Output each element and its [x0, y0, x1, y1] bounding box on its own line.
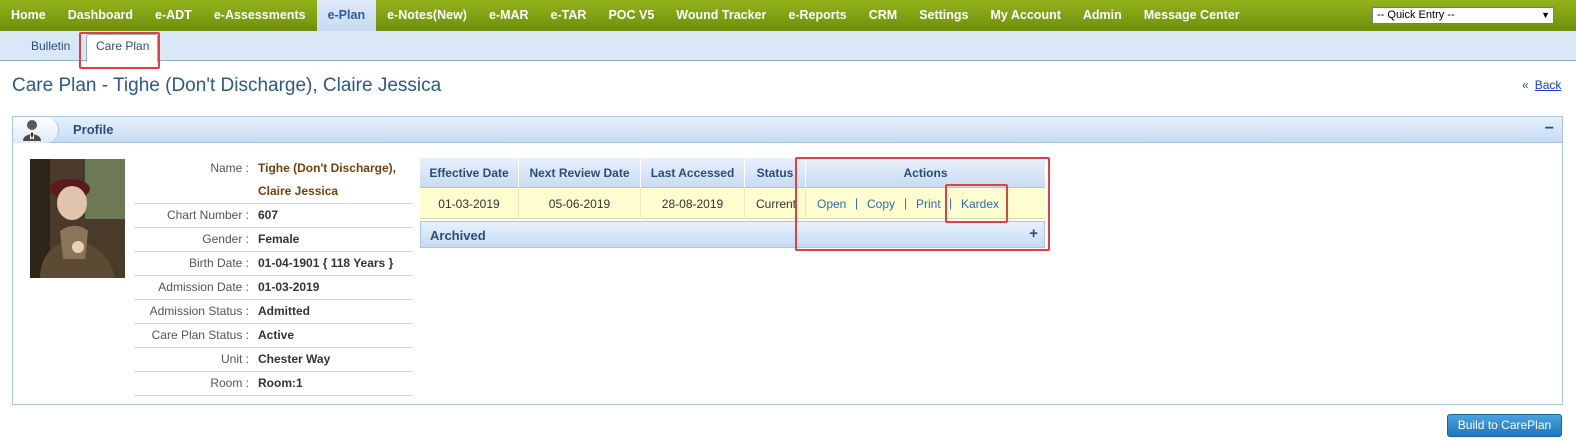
nav-wound-tracker[interactable]: Wound Tracker: [665, 0, 777, 31]
sub-navigation-bar: Bulletin Care Plan: [0, 31, 1576, 62]
cell-last-accessed: 28-08-2019: [661, 197, 724, 211]
divider: [134, 299, 413, 300]
label-care-plan-status: Care Plan Status :: [151, 328, 249, 342]
nav-e-tar[interactable]: e-TAR: [540, 0, 598, 31]
value-name: Tighe (Don't Discharge),: [258, 161, 396, 175]
highlight-actions-area: [795, 157, 1050, 251]
value-room: Room:1: [258, 376, 303, 390]
nav-e-reports[interactable]: e-Reports: [777, 0, 857, 31]
profile-icon-box: [13, 117, 59, 143]
nav-poc-v5[interactable]: POC V5: [597, 0, 665, 31]
label-unit: Unit :: [220, 352, 249, 366]
top-navigation-bar: Home Dashboard e-ADT e-Assessments e-Pla…: [0, 0, 1576, 31]
value-gender: Female: [258, 232, 300, 246]
user-icon: [23, 120, 41, 141]
label-admission-date: Admission Date :: [158, 280, 249, 294]
nav-crm[interactable]: CRM: [858, 0, 908, 31]
nav-settings[interactable]: Settings: [908, 0, 979, 31]
header-effective-date: Effective Date: [429, 166, 509, 180]
value-admission-status: Admitted: [258, 304, 310, 318]
dropdown-arrow-icon: ▼: [1541, 10, 1550, 20]
nav-admin[interactable]: Admin: [1072, 0, 1133, 31]
nav-e-mar[interactable]: e-MAR: [478, 0, 540, 31]
build-to-careplan-button[interactable]: Build to CarePlan: [1447, 414, 1562, 437]
divider: [134, 251, 413, 252]
nav-e-adt[interactable]: e-ADT: [144, 0, 203, 31]
divider: [134, 275, 413, 276]
nav-e-assessments[interactable]: e-Assessments: [203, 0, 317, 31]
nav-my-account[interactable]: My Account: [980, 0, 1072, 31]
label-chart-number: Chart Number :: [166, 208, 249, 222]
value-birth-date: 01-04-1901 { 118 Years }: [258, 256, 394, 270]
label-room: Room :: [210, 376, 249, 390]
highlight-kardex-link: [945, 184, 1008, 223]
nav-e-notes[interactable]: e-Notes(New): [376, 0, 478, 31]
divider: [134, 371, 413, 372]
back-prefix: «: [1522, 78, 1529, 92]
back-link[interactable]: Back: [1535, 78, 1562, 92]
nav-home[interactable]: Home: [0, 0, 57, 31]
profile-title: Profile: [73, 122, 114, 137]
quick-entry-value: -- Quick Entry --: [1377, 9, 1455, 21]
nav-dashboard[interactable]: Dashboard: [57, 0, 144, 31]
divider: [134, 203, 413, 204]
label-name: Name :: [210, 161, 249, 175]
label-admission-status: Admission Status :: [149, 304, 249, 318]
subnav-bulletin[interactable]: Bulletin: [31, 39, 70, 53]
divider: [134, 323, 413, 324]
header-last-accessed: Last Accessed: [650, 166, 735, 180]
highlight-care-plan-tab: [79, 32, 160, 69]
divider: [134, 395, 413, 396]
quick-entry-select[interactable]: -- Quick Entry -- ▼: [1372, 7, 1554, 24]
nav-e-plan[interactable]: e-Plan: [316, 0, 377, 31]
page-title: Care Plan - Tighe (Don't Discharge), Cla…: [12, 75, 442, 96]
value-care-plan-status: Active: [258, 328, 295, 342]
value-chart-number: 607: [258, 208, 279, 222]
divider: [134, 347, 413, 348]
resident-photo: [30, 159, 125, 278]
profile-panel-header: Profile −: [13, 117, 1562, 143]
back-link-container: « Back: [1522, 78, 1561, 92]
cell-next-review-date: 05-06-2019: [548, 197, 611, 211]
collapse-icon[interactable]: −: [1545, 120, 1554, 138]
archived-title: Archived: [430, 228, 486, 243]
nav-message-center[interactable]: Message Center: [1133, 0, 1251, 31]
value-name-line2: Claire Jessica: [258, 184, 339, 198]
divider: [134, 227, 413, 228]
label-gender: Gender :: [202, 232, 249, 246]
header-next-review-date: Next Review Date: [529, 166, 630, 180]
cell-effective-date: 01-03-2019: [438, 197, 500, 211]
label-birth-date: Birth Date :: [188, 256, 249, 270]
value-admission-date: 01-03-2019: [258, 280, 320, 294]
value-unit: Chester Way: [258, 352, 331, 366]
